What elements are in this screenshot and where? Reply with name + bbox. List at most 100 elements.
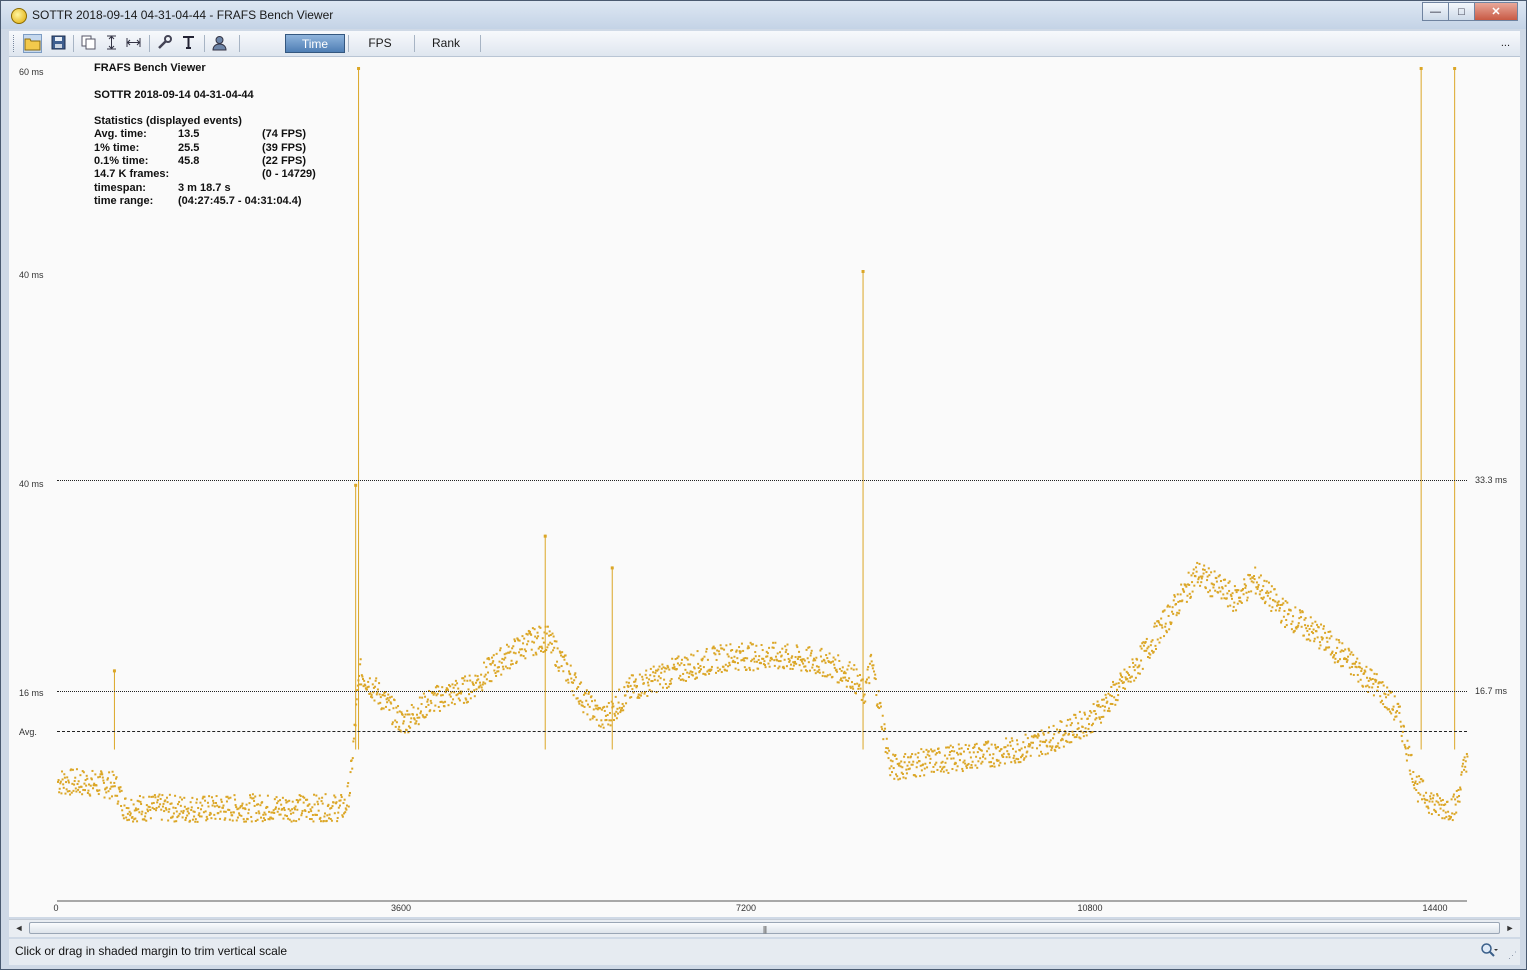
frame-point	[1025, 755, 1028, 758]
frame-point	[1451, 812, 1454, 815]
frame-point	[318, 797, 321, 800]
scroll-right-arrow[interactable]: ►	[1502, 921, 1518, 936]
close-button[interactable]: ✕	[1474, 2, 1518, 21]
frame-point	[84, 779, 87, 782]
frame-point	[1434, 811, 1437, 814]
frame-point	[1110, 685, 1113, 688]
frame-point	[1175, 603, 1178, 606]
frame-point	[488, 658, 491, 661]
frame-point	[935, 752, 938, 755]
frame-point	[758, 655, 761, 658]
frame-point	[941, 768, 944, 771]
frame-point	[1198, 562, 1201, 565]
frame-point	[1387, 708, 1390, 711]
frame-point	[493, 664, 496, 667]
frame-point	[1213, 570, 1216, 573]
frame-point	[831, 675, 834, 678]
fit-vertical-icon[interactable]	[102, 34, 121, 53]
frame-point	[335, 801, 338, 804]
frame-point	[1203, 568, 1206, 571]
tab-rank[interactable]: Rank	[418, 34, 474, 53]
frame-point	[553, 640, 556, 643]
frame-point	[762, 657, 765, 660]
toolbar-grip[interactable]	[13, 35, 17, 52]
settings-wrench-icon[interactable]	[155, 34, 174, 53]
frame-point	[574, 676, 577, 679]
frame-point	[906, 764, 909, 767]
maximize-button[interactable]: □	[1448, 2, 1475, 21]
frame-point	[495, 674, 498, 677]
frame-point	[886, 752, 889, 755]
frame-point	[560, 654, 563, 657]
frame-point	[796, 646, 799, 649]
frame-point	[1009, 741, 1012, 744]
frame-point	[128, 818, 131, 821]
frame-point	[614, 714, 617, 717]
frame-point	[1247, 590, 1250, 593]
frame-point	[573, 679, 576, 682]
app-icon[interactable]	[11, 8, 27, 24]
frame-point	[664, 683, 667, 686]
frame-point	[1386, 686, 1389, 689]
toolbar-overflow-button[interactable]: ...	[1501, 37, 1510, 49]
frametime-chart[interactable]	[9, 57, 1520, 917]
frame-point	[286, 800, 289, 803]
frame-point	[146, 808, 149, 811]
frame-point	[817, 665, 820, 668]
frame-point	[116, 802, 119, 805]
frame-point	[738, 646, 741, 649]
frame-point	[1287, 612, 1290, 615]
frame-point	[890, 771, 893, 774]
frame-point	[284, 799, 287, 802]
frame-point	[1207, 567, 1210, 570]
frametime-plot[interactable]: 60 ms 40 ms 40 ms 16 ms Avg. 33.3 ms 16.…	[9, 57, 1520, 917]
minimize-button[interactable]: —	[1422, 2, 1449, 21]
frame-point	[1196, 561, 1199, 564]
frame-point	[220, 800, 223, 803]
frame-point	[468, 693, 471, 696]
frame-point	[974, 764, 977, 767]
frame-point	[351, 757, 354, 760]
frame-point	[189, 819, 192, 822]
frame-point	[347, 805, 350, 808]
frame-point	[1014, 750, 1017, 753]
frame-point	[1466, 755, 1469, 758]
frame-point	[1100, 721, 1103, 724]
frame-point	[1450, 798, 1453, 801]
scroll-thumb[interactable]: |||	[29, 922, 1500, 934]
open-folder-icon[interactable]	[23, 34, 42, 53]
resize-grip-icon[interactable]: ⋰	[1508, 950, 1517, 961]
frame-point	[323, 815, 326, 818]
frame-point	[289, 812, 292, 815]
tab-fps[interactable]: FPS	[352, 34, 408, 53]
copy-icon[interactable]	[79, 34, 98, 53]
frame-point	[85, 774, 88, 777]
frame-point	[634, 678, 637, 681]
frame-point	[1037, 734, 1040, 737]
frame-point	[1342, 650, 1345, 653]
title-bar[interactable]: SOTTR 2018-09-14 04-31-04-44 - FRAFS Ben…	[1, 1, 1526, 29]
frame-point	[630, 696, 633, 699]
horizontal-scrollbar[interactable]: ◄ ||| ►	[9, 919, 1520, 937]
frame-point	[613, 712, 616, 715]
frame-point	[946, 757, 949, 760]
frame-point	[960, 753, 963, 756]
frame-point	[1022, 741, 1025, 744]
frame-point	[572, 681, 575, 684]
frame-point	[886, 747, 889, 750]
frame-point	[812, 659, 815, 662]
frame-point	[370, 693, 373, 696]
frame-point	[534, 635, 537, 638]
frame-point	[1441, 798, 1444, 801]
save-icon[interactable]	[49, 34, 68, 53]
frame-point	[691, 674, 694, 677]
tab-time[interactable]: Time	[285, 34, 345, 53]
user-icon[interactable]	[210, 34, 229, 53]
frame-point	[559, 651, 562, 654]
frame-point	[533, 641, 536, 644]
magnifier-icon[interactable]	[1480, 942, 1498, 961]
fit-horizontal-icon[interactable]	[124, 34, 143, 53]
frame-point	[304, 810, 307, 813]
text-icon[interactable]	[179, 34, 198, 53]
scroll-left-arrow[interactable]: ◄	[11, 921, 27, 936]
